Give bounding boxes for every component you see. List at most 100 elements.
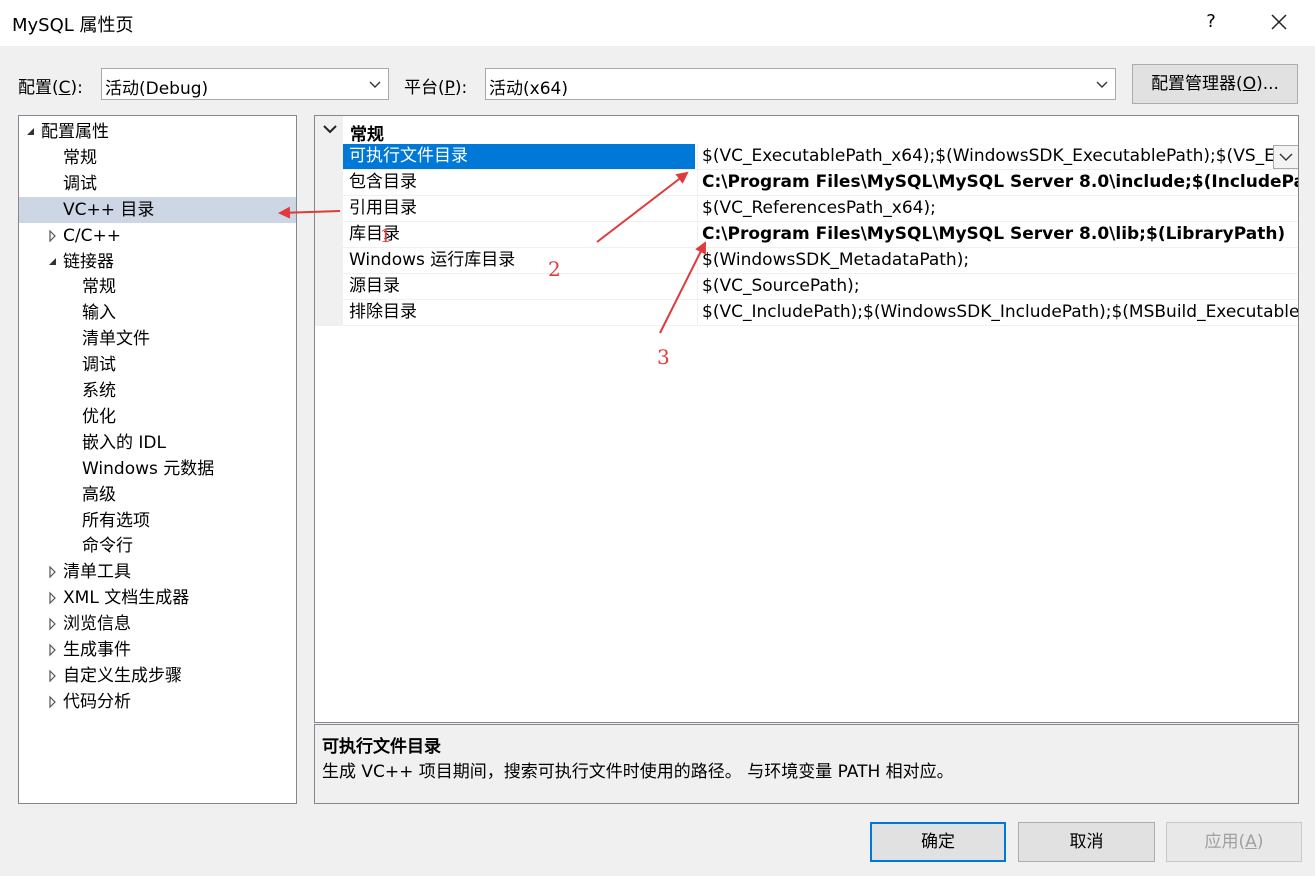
tree-item[interactable]: 常规: [19, 145, 296, 171]
tree-item[interactable]: 输入: [19, 300, 296, 326]
tree-item-label: 命令行: [82, 536, 133, 557]
tree-item[interactable]: 链接器: [19, 249, 296, 275]
close-icon: [1271, 14, 1287, 30]
property-value[interactable]: C:\Program Files\MySQL\MySQL Server 8.0\…: [697, 222, 1298, 247]
grid-category-label: 常规: [350, 125, 384, 145]
property-name[interactable]: 排除目录: [343, 300, 695, 325]
collapsed-triangle-icon[interactable]: [47, 689, 59, 715]
category-tree[interactable]: 配置属性 常规 调试 VC++ 目录 C/C++ 链接器 常规 输入 清单文件 调试 系统 优化 嵌入的…: [18, 115, 297, 804]
tree-item-label: 自定义生成步骤: [63, 665, 182, 686]
platform-label: 平台(P):: [404, 78, 468, 98]
apply-button[interactable]: 应用(A): [1166, 822, 1302, 862]
description-body: 生成 VC++ 项目期间，搜索可执行文件时使用的路径。 与环境变量 PATH 相…: [322, 762, 954, 782]
annotation-number-3: 3: [657, 345, 670, 369]
config-combo[interactable]: 活动(Debug): [101, 68, 389, 100]
tree-item-label: 嵌入的 IDL: [82, 432, 166, 453]
tree-item-label: Windows 元数据: [82, 458, 215, 479]
chevron-down-icon: [1096, 81, 1108, 88]
tree-item[interactable]: 所有选项: [19, 508, 296, 534]
annotation-number-1: 1: [380, 226, 392, 247]
window-title: MySQL 属性页: [12, 15, 134, 36]
property-value[interactable]: $(WindowsSDK_MetadataPath);: [697, 248, 1298, 273]
collapsed-triangle-icon[interactable]: [47, 663, 59, 689]
tree-item-label: 链接器: [63, 251, 114, 272]
cancel-button[interactable]: 取消: [1018, 822, 1155, 862]
tree-item[interactable]: 调试: [19, 352, 296, 378]
property-row[interactable]: 引用目录 $(VC_ReferencesPath_x64);: [343, 196, 1298, 222]
value-dropdown-button[interactable]: [1273, 145, 1298, 169]
collapsed-triangle-icon[interactable]: [47, 585, 59, 611]
property-value[interactable]: $(VC_SourcePath);: [697, 274, 1298, 299]
property-name[interactable]: 源目录: [343, 274, 695, 299]
chevron-down-icon: [369, 81, 381, 88]
tree-item-label: 优化: [82, 406, 116, 427]
config-value: 活动(Debug): [105, 79, 209, 99]
tree-item[interactable]: 代码分析: [19, 689, 296, 715]
platform-value: 活动(x64): [489, 79, 568, 99]
chevron-down-icon: [323, 125, 337, 134]
collapsed-triangle-icon[interactable]: [47, 611, 59, 637]
tree-item-label: 清单工具: [63, 562, 131, 583]
property-value[interactable]: $(VC_ExecutablePath_x64);$(WindowsSDK_Ex…: [697, 144, 1298, 169]
description-title: 可执行文件目录: [322, 737, 441, 757]
tree-item[interactable]: C/C++: [19, 223, 296, 249]
tree-item-label: 系统: [82, 381, 116, 401]
tree-item[interactable]: 调试: [19, 171, 296, 197]
config-manager-button[interactable]: 配置管理器(O)...: [1132, 64, 1298, 104]
tree-item-label: 生成事件: [63, 640, 131, 660]
property-row[interactable]: Windows 运行库目录 $(WindowsSDK_MetadataPath);: [343, 248, 1298, 274]
tree-item[interactable]: 嵌入的 IDL: [19, 430, 296, 456]
property-grid[interactable]: 常规 可执行文件目录 $(VC_ExecutablePath_x64);$(Win…: [314, 115, 1299, 723]
tree-item[interactable]: 清单工具: [19, 559, 296, 585]
tree-item[interactable]: Windows 元数据: [19, 456, 296, 482]
tree-item-label: XML 文档生成器: [63, 588, 190, 609]
collapsed-triangle-icon[interactable]: [47, 223, 59, 249]
property-row[interactable]: 排除目录 $(VC_IncludePath);$(WindowsSDK_Inclu…: [343, 300, 1298, 326]
tree-item-label: C/C++: [63, 225, 121, 246]
tree-item[interactable]: 系统: [19, 378, 296, 404]
property-row[interactable]: 源目录 $(VC_SourcePath);: [343, 274, 1298, 300]
platform-combo[interactable]: 活动(x64): [485, 68, 1116, 100]
tree-item-label: 常规: [63, 147, 97, 168]
help-button[interactable]: ?: [1197, 6, 1225, 38]
property-value[interactable]: $(VC_IncludePath);$(WindowsSDK_IncludePa…: [697, 300, 1298, 325]
property-value[interactable]: $(VC_ReferencesPath_x64);: [697, 196, 1298, 221]
tree-item[interactable]: XML 文档生成器: [19, 585, 296, 611]
tree-item-label: 所有选项: [82, 510, 150, 531]
tree-item[interactable]: 配置属性: [19, 119, 296, 145]
property-row[interactable]: 可执行文件目录 $(VC_ExecutablePath_x64);$(Window…: [343, 144, 1298, 170]
tree-item-label: 输入: [82, 303, 116, 324]
property-name[interactable]: 库目录: [343, 222, 695, 247]
tree-item-label: 配置属性: [41, 122, 109, 142]
close-button[interactable]: [1261, 6, 1297, 38]
property-row[interactable]: 包含目录 C:\Program Files\MySQL\MySQL Server …: [343, 170, 1298, 196]
tree-item[interactable]: 高级: [19, 482, 296, 508]
expanded-triangle-icon[interactable]: [47, 249, 59, 275]
tree-item-label: 高级: [82, 484, 116, 505]
tree-item[interactable]: 优化: [19, 404, 296, 430]
tree-item-label: 清单文件: [82, 329, 150, 350]
tree-item[interactable]: 自定义生成步骤: [19, 663, 296, 689]
tree-item[interactable]: 生成事件: [19, 637, 296, 663]
tree-item[interactable]: 命令行: [19, 533, 296, 559]
description-panel: 可执行文件目录 生成 VC++ 项目期间，搜索可执行文件时使用的路径。 与环境变…: [314, 724, 1299, 804]
config-label: 配置(C):: [18, 78, 83, 98]
tree-item[interactable]: VC++ 目录: [19, 196, 296, 223]
tree-item[interactable]: 常规: [19, 274, 296, 300]
grid-category-header[interactable]: 常规: [315, 116, 1298, 145]
collapsed-triangle-icon[interactable]: [47, 637, 59, 663]
tree-item-label: 代码分析: [63, 691, 131, 712]
expanded-triangle-icon[interactable]: [25, 119, 37, 145]
property-name[interactable]: 引用目录: [343, 196, 695, 221]
property-name[interactable]: 可执行文件目录: [343, 144, 695, 169]
ok-button[interactable]: 确定: [870, 822, 1006, 862]
tree-item[interactable]: 浏览信息: [19, 611, 296, 637]
property-row[interactable]: 库目录 C:\Program Files\MySQL\MySQL Server 8…: [343, 222, 1298, 248]
tree-item-label: 浏览信息: [63, 614, 131, 635]
property-value[interactable]: C:\Program Files\MySQL\MySQL Server 8.0\…: [697, 170, 1298, 195]
property-name[interactable]: 包含目录: [343, 170, 695, 195]
collapsed-triangle-icon[interactable]: [47, 559, 59, 585]
annotation-number-2: 2: [548, 257, 561, 281]
property-name[interactable]: Windows 运行库目录: [343, 248, 695, 273]
tree-item[interactable]: 清单文件: [19, 326, 296, 352]
